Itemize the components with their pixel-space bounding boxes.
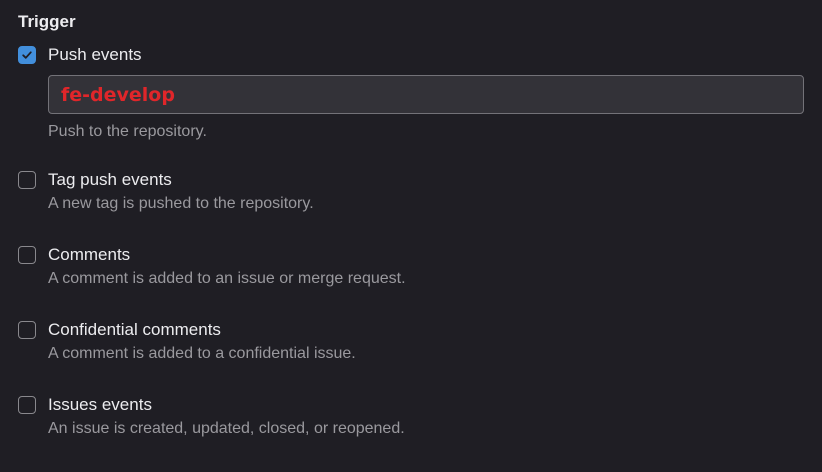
tag-push-events-label: Tag push events <box>48 170 172 189</box>
trigger-row-tag-push-events[interactable]: Tag push events <box>18 168 804 192</box>
confidential-comments-label: Confidential comments <box>48 320 221 339</box>
trigger-comments: Comments A comment is added to an issue … <box>18 243 804 290</box>
trigger-row-issues-events[interactable]: Issues events <box>18 393 804 417</box>
trigger-confidential-comments: Confidential comments A comment is added… <box>18 318 804 365</box>
section-title-trigger: Trigger <box>18 12 76 31</box>
comments-help-text: A comment is added to an issue or merge … <box>48 270 406 287</box>
trigger-issues-events: Issues events An issue is created, updat… <box>18 393 804 440</box>
trigger-push-events: Push events Push to the repository. <box>18 43 804 143</box>
push-events-checkbox[interactable] <box>18 46 36 64</box>
comments-checkbox[interactable] <box>18 246 36 264</box>
issues-events-checkbox[interactable] <box>18 396 36 414</box>
push-events-help-text: Push to the repository. <box>48 123 207 140</box>
confidential-comments-help-text: A comment is added to a confidential iss… <box>48 345 356 362</box>
trigger-row-confidential-comments[interactable]: Confidential comments <box>18 318 804 342</box>
trigger-tag-push-events: Tag push events A new tag is pushed to t… <box>18 168 804 215</box>
tag-push-events-help-text: A new tag is pushed to the repository. <box>48 195 314 212</box>
push-events-label: Push events <box>48 45 142 64</box>
tag-push-events-checkbox[interactable] <box>18 171 36 189</box>
push-events-branch-filter-input[interactable] <box>48 75 804 114</box>
comments-label: Comments <box>48 245 131 264</box>
trigger-row-comments[interactable]: Comments <box>18 243 804 267</box>
issues-events-label: Issues events <box>48 395 152 414</box>
checkmark-icon <box>22 51 32 59</box>
issues-events-help-text: An issue is created, updated, closed, or… <box>48 420 405 437</box>
trigger-row-push-events[interactable]: Push events <box>18 43 804 67</box>
confidential-comments-checkbox[interactable] <box>18 321 36 339</box>
